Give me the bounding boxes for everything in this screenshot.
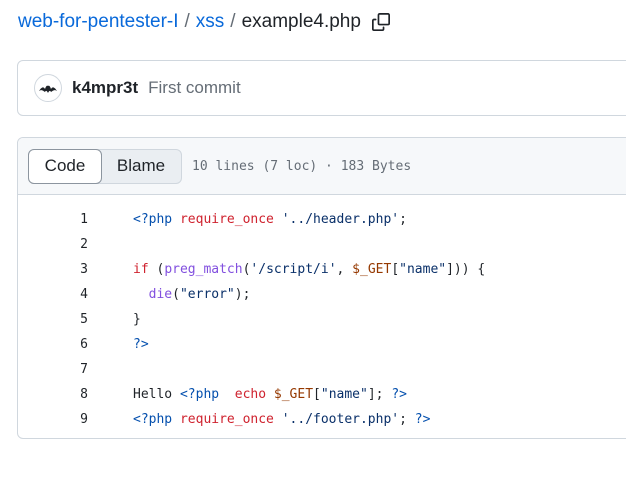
code-line: 9 <?php require_once '../footer.php'; ?> (18, 407, 626, 432)
line-number[interactable]: 5 (18, 312, 88, 327)
file-meta: 10 lines (7 loc) · 183 Bytes (192, 158, 412, 174)
code-line: 1 <?php require_once '../header.php'; (18, 207, 626, 232)
code-line: 5} (18, 307, 626, 332)
commit-author[interactable]: k4mpr3t (72, 78, 138, 98)
line-number[interactable]: 6 (18, 337, 88, 352)
breadcrumb-repo-link[interactable]: web-for-pentester-I (18, 11, 179, 33)
line-content: <?php require_once '../header.php'; (133, 212, 407, 227)
line-number[interactable]: 7 (18, 362, 88, 377)
file-header: Code Blame 10 lines (7 loc) · 183 Bytes (18, 138, 626, 195)
line-content: <?php require_once '../footer.php'; ?> (133, 412, 431, 427)
line-content: if (preg_match('/script/i', $_GET["name"… (133, 262, 486, 277)
tab-code[interactable]: Code (28, 148, 102, 184)
line-number[interactable]: 9 (18, 412, 88, 427)
code-line: 6 ?> (18, 332, 626, 357)
line-content: Hello <?php echo $_GET["name"]; ?> (133, 387, 407, 402)
commit-message[interactable]: First commit (148, 78, 241, 98)
code-line: 7 (18, 357, 626, 382)
code-line: 3 if (preg_match('/script/i', $_GET["name… (18, 257, 626, 282)
latest-commit-box: k4mpr3t First commit (17, 60, 626, 116)
breadcrumb-separator: / (230, 11, 236, 32)
line-content: } (133, 312, 141, 327)
code-line: 2 (18, 232, 626, 257)
line-number[interactable]: 1 (18, 212, 88, 227)
copy-icon (371, 13, 390, 31)
file-viewer: Code Blame 10 lines (7 loc) · 183 Bytes … (17, 137, 626, 439)
breadcrumb-file-name: example4.php (241, 11, 361, 32)
line-number[interactable]: 4 (18, 287, 88, 302)
line-content: die("error"); (148, 287, 251, 302)
tab-blame[interactable]: Blame (101, 150, 181, 183)
code-line: 4 die("error"); (18, 282, 626, 307)
view-mode-toggle: Code Blame (28, 148, 182, 184)
line-number[interactable]: 8 (18, 387, 88, 402)
copy-path-button[interactable] (371, 12, 391, 32)
breadcrumb: web-for-pentester-I / xss / example4.php (18, 8, 391, 36)
breadcrumb-folder-link[interactable]: xss (196, 11, 225, 33)
code-line: 8 Hello <?php echo $_GET["name"]; ?> (18, 382, 626, 407)
avatar[interactable] (34, 74, 62, 102)
code-body: 1 <?php require_once '../header.php'; 2 3 if… (18, 195, 626, 432)
breadcrumb-separator: / (184, 11, 190, 32)
line-number[interactable]: 3 (18, 262, 88, 277)
line-content: ?> (133, 337, 149, 352)
bat-avatar-icon (39, 85, 57, 93)
line-number[interactable]: 2 (18, 237, 88, 252)
